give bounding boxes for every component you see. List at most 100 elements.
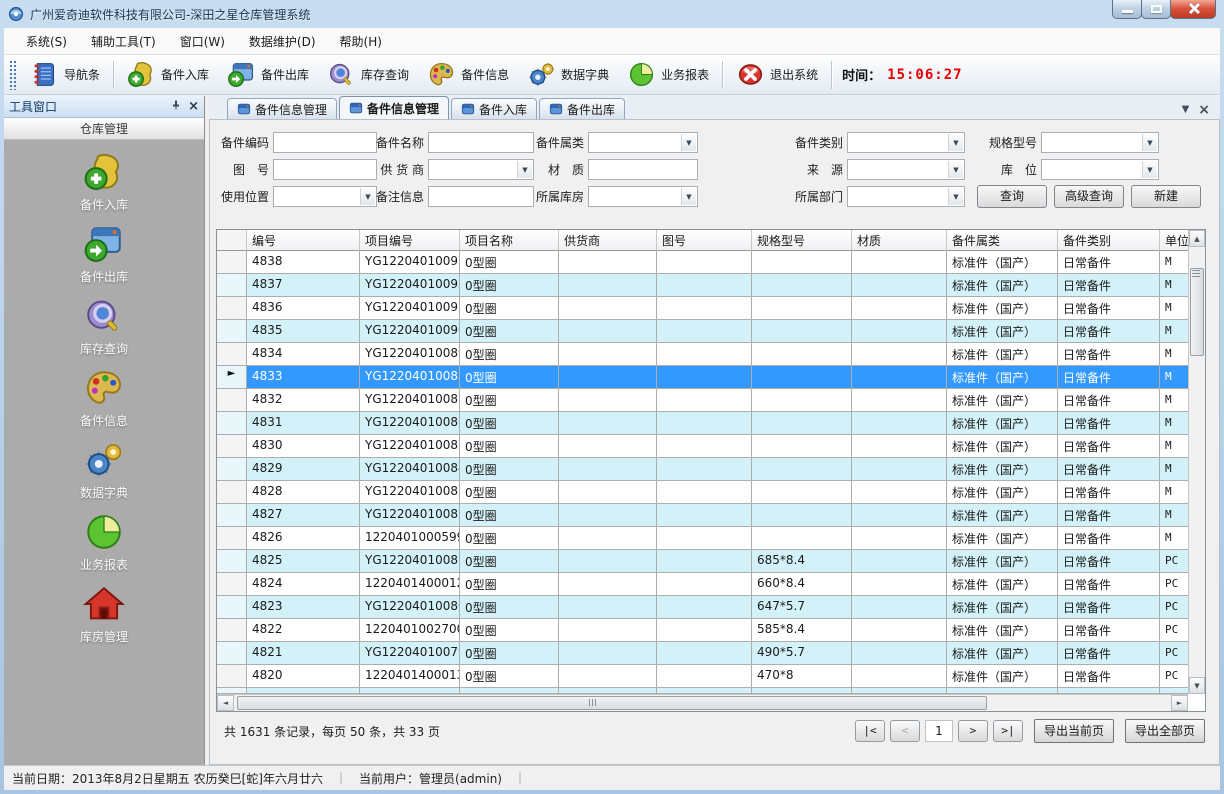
column-header-2[interactable]: 项目编号 [360,230,460,251]
table-row-4837[interactable]: 4837YG122040100920型圈标准件（国产）日常备件M [217,274,1188,297]
table-row-4838[interactable]: 4838YG122040100930型圈标准件（国产）日常备件M [217,251,1188,274]
column-header-3[interactable]: 项目名称 [460,230,559,251]
row-selector[interactable] [217,596,247,619]
part-class-combobox[interactable]: ▼ [588,132,698,153]
table-row-4820[interactable]: 482012204014000130型圈470*8标准件（国产）日常备件PC [217,665,1188,688]
prev-page-button[interactable]: < [890,720,920,742]
table-row-4836[interactable]: 4836YG122040100910型圈标准件（国产）日常备件M [217,297,1188,320]
source-combobox[interactable]: ▼ [847,159,965,180]
supplier-combobox[interactable]: ▼ [428,159,534,180]
sidebar-item-stock-query[interactable]: 库存查询 [4,295,204,357]
query-button[interactable]: 查询 [977,185,1047,208]
minimize-button[interactable] [1112,0,1142,19]
row-selector[interactable] [217,320,247,343]
row-selector[interactable] [217,481,247,504]
row-selector[interactable] [217,527,247,550]
new-button[interactable]: 新建 [1131,185,1201,208]
tab-part-out[interactable]: 备件出库 [539,98,625,119]
maximize-button[interactable] [1141,0,1171,19]
scroll-down-icon[interactable]: ▼ [1189,677,1205,694]
column-header-1[interactable]: 编号 [247,230,360,251]
part-name-input[interactable] [428,132,534,153]
part-code-input[interactable] [273,132,377,153]
toolbar-button-part-info[interactable]: 备件信息 [419,56,517,93]
toolbar-button-nav-bar[interactable]: 导航条 [22,56,108,93]
column-header-9[interactable]: 备件类别 [1058,230,1160,251]
spec-model-combobox[interactable]: ▼ [1041,132,1159,153]
sidebar-item-part-out[interactable]: 备件出库 [4,223,204,285]
toolbar-button-report[interactable]: 业务报表 [619,56,717,93]
table-row-4829[interactable]: 4829YG122040100840型圈标准件（国产）日常备件M [217,458,1188,481]
toolbar-button-part-out[interactable]: 备件出库 [219,56,317,93]
row-selector[interactable] [217,274,247,297]
table-row-4825[interactable]: 4825YG122040100810型圈685*8.4标准件（国产）日常备件PC [217,550,1188,573]
warehouse-combobox[interactable]: ▼ [588,186,698,207]
scroll-right-icon[interactable]: ► [1171,695,1188,711]
sidebar-item-report[interactable]: 业务报表 [4,511,204,573]
table-row-4822[interactable]: 482212204010027000型圈585*8.4标准件（国产）日常备件PC [217,619,1188,642]
menu-item-data-maint[interactable]: 数据维护(D) [237,29,328,54]
row-selector[interactable] [217,504,247,527]
tab-part-in[interactable]: 备件入库 [451,98,537,119]
table-row-4831[interactable]: 4831YG122040100860型圈标准件（国产）日常备件M [217,412,1188,435]
table-row-4827[interactable]: 4827YG122040100820型圈标准件（国产）日常备件M [217,504,1188,527]
table-row-4832[interactable]: 4832YG122040100870型圈标准件（国产）日常备件M [217,389,1188,412]
drawing-no-input[interactable] [273,159,377,180]
row-selector[interactable] [217,550,247,573]
table-row-4833[interactable]: ►4833YG122040100880型圈标准件（国产）日常备件M [217,366,1188,389]
column-header-8[interactable]: 备件属类 [947,230,1058,251]
toolbar-button-part-in[interactable]: 备件入库 [119,56,217,93]
table-row-4834[interactable]: 4834YG122040100890型圈标准件（国产）日常备件M [217,343,1188,366]
location-combobox[interactable]: ▼ [1041,159,1159,180]
table-row-4835[interactable]: 4835YG122040100900型圈标准件（国产）日常备件M [217,320,1188,343]
row-selector[interactable] [217,458,247,481]
row-selector[interactable] [217,665,247,688]
next-page-button[interactable]: > [958,720,988,742]
tab-close-icon[interactable]: × [1198,105,1210,115]
table-row-4828[interactable]: 4828YG122040100830型圈标准件（国产）日常备件M [217,481,1188,504]
sidebar-item-data-dict[interactable]: 数据字典 [4,439,204,501]
advanced-query-button[interactable]: 高级查询 [1054,185,1124,208]
tab-list-dropdown-icon[interactable]: ▼ [1182,104,1190,115]
column-header-10[interactable]: 单位 [1160,230,1188,251]
department-combobox[interactable]: ▼ [847,186,965,207]
horizontal-scroll-thumb[interactable] [237,696,987,710]
sidebar-item-warehouse[interactable]: 库房管理 [4,583,204,645]
toolbar-button-stock-query[interactable]: 库存查询 [319,56,417,93]
row-selector[interactable] [217,573,247,596]
tab-part-info-mgmt-1[interactable]: 备件信息管理 [227,98,337,119]
column-header-5[interactable]: 图号 [657,230,752,251]
export-current-page-button[interactable]: 导出当前页 [1034,719,1114,743]
sidebar-close-icon[interactable]: × [188,101,199,113]
sidebar-item-part-in[interactable]: 备件入库 [4,151,204,213]
sidebar-item-part-info[interactable]: 备件信息 [4,367,204,429]
row-selector[interactable] [217,297,247,320]
toolbar-button-data-dict[interactable]: 数据字典 [519,56,617,93]
column-header-4[interactable]: 供货商 [559,230,657,251]
usage-position-combobox[interactable]: ▼ [273,186,377,207]
table-row-4826[interactable]: 482612204010005990型圈标准件（国产）日常备件M [217,527,1188,550]
table-row-4823[interactable]: 4823YG122040100800型圈647*5.7标准件（国产）日常备件PC [217,596,1188,619]
scroll-left-icon[interactable]: ◄ [217,695,234,711]
table-row-4824[interactable]: 482412204014000120型圈660*8.4标准件（国产）日常备件PC [217,573,1188,596]
column-header-0[interactable] [217,230,247,251]
horizontal-scrollbar[interactable]: ◄ ► [217,694,1188,711]
pin-icon[interactable] [170,99,182,114]
row-pointer-icon[interactable]: ► [217,366,247,389]
remark-input[interactable] [428,186,534,207]
menu-item-system[interactable]: 系统(S) [14,29,79,54]
toolbar-grip-handle[interactable] [9,60,17,90]
sidebar-group-header[interactable]: 仓库管理 [4,118,204,140]
menu-item-help[interactable]: 帮助(H) [328,29,394,54]
column-header-7[interactable]: 材质 [852,230,947,251]
close-button[interactable] [1170,0,1216,19]
last-page-button[interactable]: >| [993,720,1023,742]
vertical-scroll-thumb[interactable] [1190,268,1204,356]
vertical-scrollbar[interactable]: ▲ ▼ [1188,230,1205,694]
row-selector[interactable] [217,619,247,642]
column-header-6[interactable]: 规格型号 [752,230,852,251]
material-input[interactable] [588,159,698,180]
part-category-combobox[interactable]: ▼ [847,132,965,153]
export-all-pages-button[interactable]: 导出全部页 [1125,719,1205,743]
current-page-input[interactable]: 1 [925,720,953,742]
